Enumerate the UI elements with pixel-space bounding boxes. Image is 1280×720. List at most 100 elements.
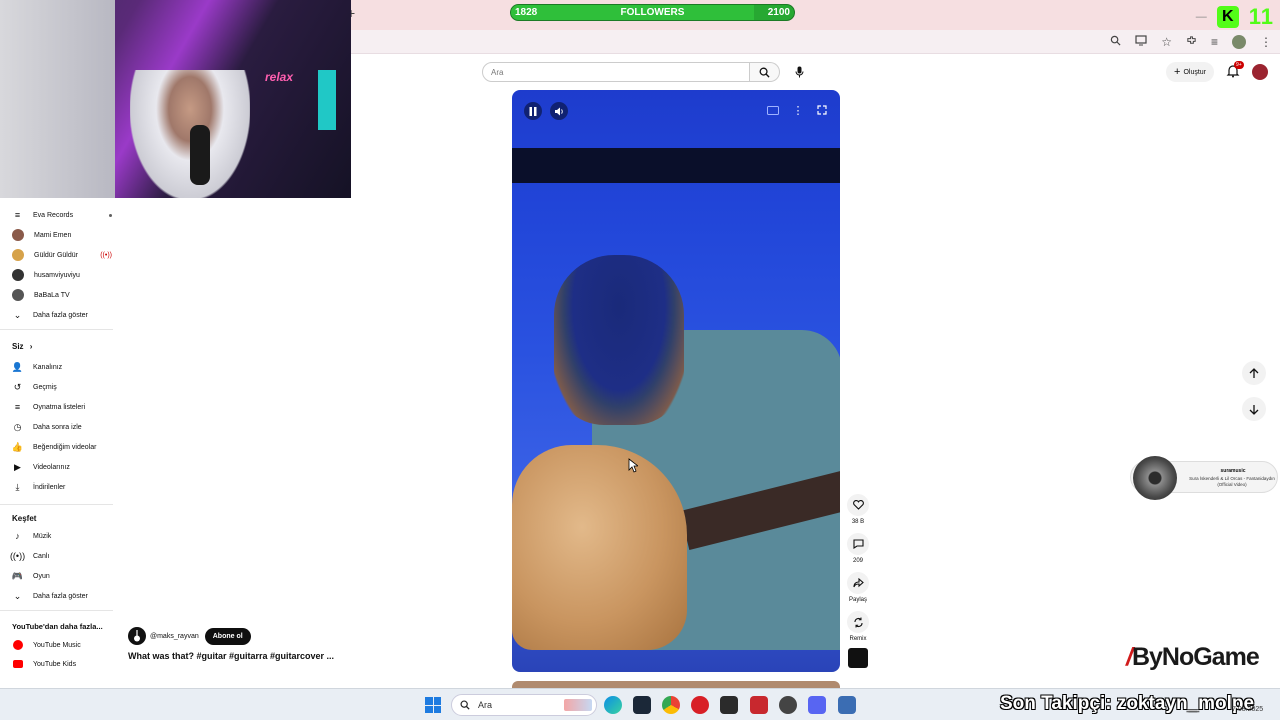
discord-icon[interactable] bbox=[808, 696, 826, 714]
video-subject-head bbox=[554, 255, 684, 425]
sidebar-item-channel[interactable]: 👤 Kanalınız bbox=[12, 358, 112, 376]
more-from-youtube-heading: YouTube'dan daha fazla... bbox=[12, 622, 103, 631]
sidebar-item-music[interactable]: ♪ Müzik bbox=[12, 527, 112, 545]
bookmark-star-icon[interactable]: ☆ bbox=[1161, 35, 1172, 49]
obs-icon[interactable] bbox=[779, 696, 797, 714]
volume-button[interactable] bbox=[550, 102, 568, 120]
sidebar-item-playlist[interactable]: ≡ Oynatma listeleri bbox=[12, 398, 112, 416]
sidebar-item-eva-records[interactable]: ≡ Eva Records bbox=[12, 206, 112, 224]
share-label: Paylaş bbox=[848, 597, 867, 603]
voice-search-button[interactable] bbox=[790, 63, 808, 81]
playlist-icon: ≡ bbox=[14, 402, 21, 412]
taskbar-search[interactable]: Ara bbox=[451, 694, 597, 716]
cyan-light bbox=[318, 70, 336, 130]
kick-logo: K bbox=[1216, 6, 1239, 28]
follower-goal-target: 2100 bbox=[767, 7, 790, 18]
avatar bbox=[12, 249, 24, 261]
search-input[interactable]: Ara bbox=[482, 62, 750, 82]
more-options-button[interactable]: ⋮ bbox=[791, 103, 805, 117]
pause-button[interactable] bbox=[524, 102, 542, 120]
terminal-icon[interactable] bbox=[720, 696, 738, 714]
share-action[interactable]: Paylaş bbox=[846, 572, 870, 603]
show-more-explore[interactable]: ⌄ Daha fazla göster bbox=[12, 587, 112, 605]
settings-app-icon[interactable] bbox=[838, 696, 856, 714]
now-playing-song: Sura İskenderli & Lil Orcas - Fantaniday… bbox=[1189, 476, 1275, 487]
like-count: 38 B bbox=[851, 519, 865, 525]
previous-short-button[interactable] bbox=[1242, 361, 1266, 385]
sidebar-item-husamviyuviyu[interactable]: husamviyuviyu bbox=[12, 266, 112, 284]
sidebar-item-mami-emen[interactable]: Mami Emen bbox=[12, 226, 112, 244]
profile-avatar[interactable] bbox=[1232, 35, 1246, 49]
microphone bbox=[190, 125, 210, 185]
sidebar-item-video[interactable]: ▶ Videolarınız bbox=[12, 458, 112, 476]
remix-label: Remix bbox=[849, 636, 867, 642]
chevron-down-icon: ⌄ bbox=[13, 309, 22, 320]
subscribe-button[interactable]: Abone ol bbox=[204, 627, 251, 645]
edge-icon[interactable] bbox=[604, 696, 622, 714]
extensions-icon[interactable] bbox=[1186, 35, 1197, 49]
sidebar-item-guldur-guldur[interactable]: Güldür Güldür ((•)) bbox=[12, 246, 112, 264]
sidebar-item-clock[interactable]: ◷ Daha sonra izle bbox=[12, 418, 112, 436]
next-short-button[interactable] bbox=[1242, 397, 1266, 421]
sidebar-item-history[interactable]: ↺ Geçmiş bbox=[12, 378, 112, 396]
sidebar-item-youtube-music[interactable]: YouTube Music bbox=[12, 636, 112, 654]
comment-action[interactable]: 209 bbox=[846, 533, 870, 564]
guitar-body bbox=[512, 445, 687, 650]
channel-avatar[interactable] bbox=[128, 627, 146, 645]
share-button[interactable] bbox=[847, 572, 869, 594]
chevron-down-icon: ⌄ bbox=[13, 590, 22, 601]
pause-icon bbox=[529, 106, 537, 116]
plus-icon: + bbox=[1174, 66, 1181, 78]
share-icon bbox=[852, 578, 864, 588]
like-action[interactable]: 38 B bbox=[846, 494, 870, 525]
create-button[interactable]: + Oluştur bbox=[1166, 62, 1214, 82]
notification-badge: 9+ bbox=[1234, 61, 1244, 69]
sidebar-item-label: Beğendiğim videolar bbox=[33, 443, 97, 451]
app-red-icon[interactable] bbox=[750, 696, 768, 714]
taskbar: Ara Son Takipçi: zoktayn_molpe 7.08.2025 bbox=[0, 688, 1280, 720]
captions-button[interactable] bbox=[766, 103, 780, 117]
you-section-heading[interactable]: Siz › bbox=[12, 342, 32, 351]
fullscreen-button[interactable] bbox=[815, 103, 829, 117]
minimize-icon[interactable]: — bbox=[1196, 11, 1207, 23]
volume-icon bbox=[554, 107, 563, 115]
sidebar-item-youtube-kids[interactable]: YouTube Kids bbox=[12, 655, 112, 673]
channel-handle[interactable]: @maks_rayvan bbox=[150, 633, 199, 640]
like-button[interactable] bbox=[847, 494, 869, 516]
remix-button[interactable] bbox=[847, 611, 869, 633]
sidebar-item-thumb-up[interactable]: 👍 Beğendiğim videolar bbox=[12, 438, 112, 456]
search-button[interactable] bbox=[750, 62, 780, 82]
sidebar-item-babala-tv[interactable]: BaBaLa TV bbox=[12, 286, 112, 304]
account-avatar[interactable] bbox=[1252, 64, 1268, 80]
avatar bbox=[12, 269, 24, 281]
new-content-dot bbox=[109, 213, 112, 217]
sidebar-item-live[interactable]: ((•)) Canlı bbox=[10, 547, 112, 565]
sidebar-item-label: Müzik bbox=[33, 532, 52, 540]
steam-icon[interactable] bbox=[633, 696, 651, 714]
short-title[interactable]: What was that? #guitar #guitarra #guitar… bbox=[128, 651, 334, 661]
zoom-icon[interactable] bbox=[1110, 35, 1121, 49]
sidebar-item-label: İndirilenler bbox=[33, 483, 66, 491]
gamepad-icon: 🎮 bbox=[11, 570, 24, 581]
chrome-icon[interactable] bbox=[662, 696, 680, 714]
notifications-button[interactable]: 9+ bbox=[1226, 61, 1244, 80]
now-playing-widget: suramusic Sura İskenderli & Lil Orcas - … bbox=[1130, 456, 1278, 500]
opera-icon[interactable] bbox=[691, 696, 709, 714]
windows-start-button[interactable] bbox=[425, 697, 441, 713]
browser-menu-icon[interactable]: ⋮ bbox=[1260, 35, 1272, 49]
sidebar-item-download[interactable]: ⤓ İndirilenler bbox=[12, 478, 112, 496]
install-app-icon[interactable] bbox=[1135, 35, 1147, 49]
video-icon: ▶ bbox=[14, 461, 21, 472]
music-icon: ♪ bbox=[15, 531, 20, 541]
sidebar-item-label: YouTube Kids bbox=[33, 660, 77, 668]
media-control-icon[interactable]: ≡ bbox=[1211, 35, 1218, 49]
mouse-cursor-icon bbox=[628, 458, 638, 473]
remix-action[interactable]: Remix bbox=[846, 611, 870, 642]
shorts-video-player[interactable]: ⋮ bbox=[512, 90, 840, 672]
explore-heading: Keşfet bbox=[12, 514, 37, 523]
sidebar-item-gamepad[interactable]: 🎮 Oyun bbox=[12, 567, 112, 585]
comment-button[interactable] bbox=[847, 533, 869, 555]
sound-thumbnail[interactable] bbox=[848, 648, 868, 668]
show-more-subscriptions[interactable]: ⌄ Daha fazla göster bbox=[12, 306, 112, 324]
sidebar-item-label: Oynatma listeleri bbox=[33, 403, 86, 411]
